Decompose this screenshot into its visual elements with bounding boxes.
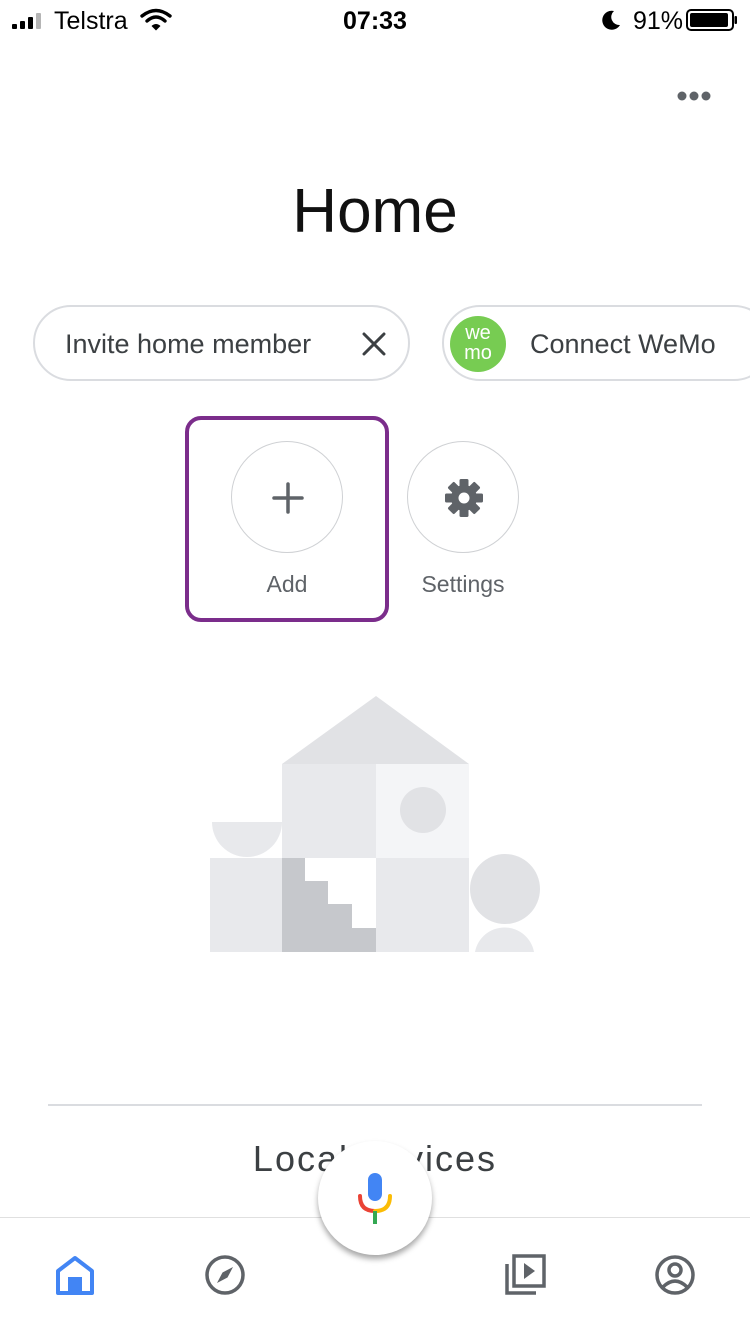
page-title: Home	[292, 177, 458, 246]
media-icon	[505, 1254, 546, 1295]
more-options-button[interactable]	[662, 76, 726, 116]
close-icon[interactable]	[361, 331, 387, 357]
wemo-logo-text-bottom: mo	[464, 342, 492, 364]
voice-assistant-button[interactable]	[318, 1141, 432, 1255]
section-divider	[48, 1104, 702, 1106]
more-horizontal-icon	[677, 91, 711, 101]
nav-media-tab[interactable]	[502, 1252, 548, 1298]
gear-icon	[445, 479, 483, 517]
status-bar: Telstra 07:33 91%	[0, 0, 750, 40]
battery-icon	[686, 9, 737, 31]
compass-icon	[205, 1255, 245, 1295]
account-icon	[655, 1255, 695, 1295]
add-label[interactable]: Add	[207, 571, 367, 598]
add-button[interactable]	[231, 441, 343, 553]
invite-home-member-chip[interactable]: Invite home member	[33, 305, 410, 381]
plus-icon	[272, 482, 304, 514]
chip-label: Connect WeMo	[530, 329, 716, 359]
nav-discover-tab[interactable]	[202, 1252, 248, 1298]
settings-button[interactable]	[407, 441, 519, 553]
home-icon	[56, 1256, 94, 1295]
moon-icon	[602, 10, 620, 30]
wemo-logo: we mo	[450, 316, 506, 372]
nav-account-tab[interactable]	[652, 1252, 698, 1298]
empty-home-illustration	[210, 696, 540, 952]
wemo-logo-text-top: we	[465, 322, 491, 344]
connect-wemo-chip[interactable]: we mo Connect WeMo	[442, 305, 750, 381]
mic-icon	[358, 1173, 392, 1224]
chip-label: Invite home member	[65, 329, 312, 359]
battery-percent: 91%	[633, 7, 684, 35]
nav-home-tab[interactable]	[52, 1252, 98, 1298]
settings-label[interactable]: Settings	[383, 571, 543, 598]
